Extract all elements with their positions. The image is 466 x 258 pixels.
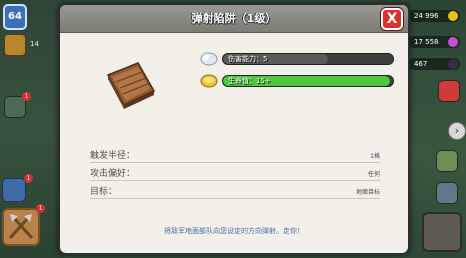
dialog-header: 弹射陷阱（1级） X [60,5,408,33]
dark-elixir-icon [448,59,458,69]
damage-label: 伤害能力：5 [228,55,268,63]
target-row: 目标： 地面目标 [90,183,380,199]
gold-amount: 24 996 [408,10,460,22]
settings-button[interactable] [436,182,458,204]
build-button[interactable] [422,212,462,252]
alert-badge: 1 [36,204,45,213]
spring-trap-icon [106,62,156,109]
hitpoints-stat: 生命值：15+ [200,71,400,91]
shop-button[interactable] [438,80,460,102]
elixir-drop-icon [448,37,458,47]
dialog-body: 伤害能力：5 生命值：15+ 触发半径： 1格 攻击偏好： 任何 目标： 地面目… [60,33,408,253]
info-value: 1格 [370,153,380,160]
close-button[interactable]: X [381,8,403,30]
player-level-badge[interactable]: 64 [3,4,27,30]
info-label: 目标： [90,187,118,197]
gold-icon [200,74,218,88]
cloud-icon [200,52,218,66]
attack-preference-row: 攻击偏好： 任何 [90,165,380,181]
shield-icon[interactable] [4,34,26,56]
trap-description: 将敌军地面部队向您设定的方向弹射。走你！ [164,227,304,235]
building-info-dialog: 弹射陷阱（1级） X 伤害能力：5 生命值：15+ 触发半径： 1格 攻击偏好：… [58,3,410,255]
info-label: 攻击偏好： [90,169,136,179]
info-value: 任何 [367,171,380,178]
damage-stat: 伤害能力：5 [200,49,400,69]
dark-elixir-amount: 467 [408,58,460,70]
attack-button[interactable] [2,208,40,246]
profile-button[interactable] [2,178,26,202]
alert-badge: 1 [22,92,31,101]
elixir-amount: 17 558 [408,36,460,48]
gold-coin-icon [448,11,458,21]
chat-button[interactable] [436,150,458,172]
trigger-radius-row: 触发半径： 1格 [90,147,380,163]
shield-count: 14 [30,40,39,48]
scroll-arrow-icon[interactable]: › [448,122,466,140]
info-value: 地面目标 [355,189,380,196]
info-label: 触发半径： [90,151,136,161]
alert-badge: 1 [24,174,33,183]
hitpoints-label: 生命值：15+ [228,77,271,85]
dialog-title: 弹射陷阱（1级） [191,12,277,25]
crossed-axes-icon [8,214,34,240]
